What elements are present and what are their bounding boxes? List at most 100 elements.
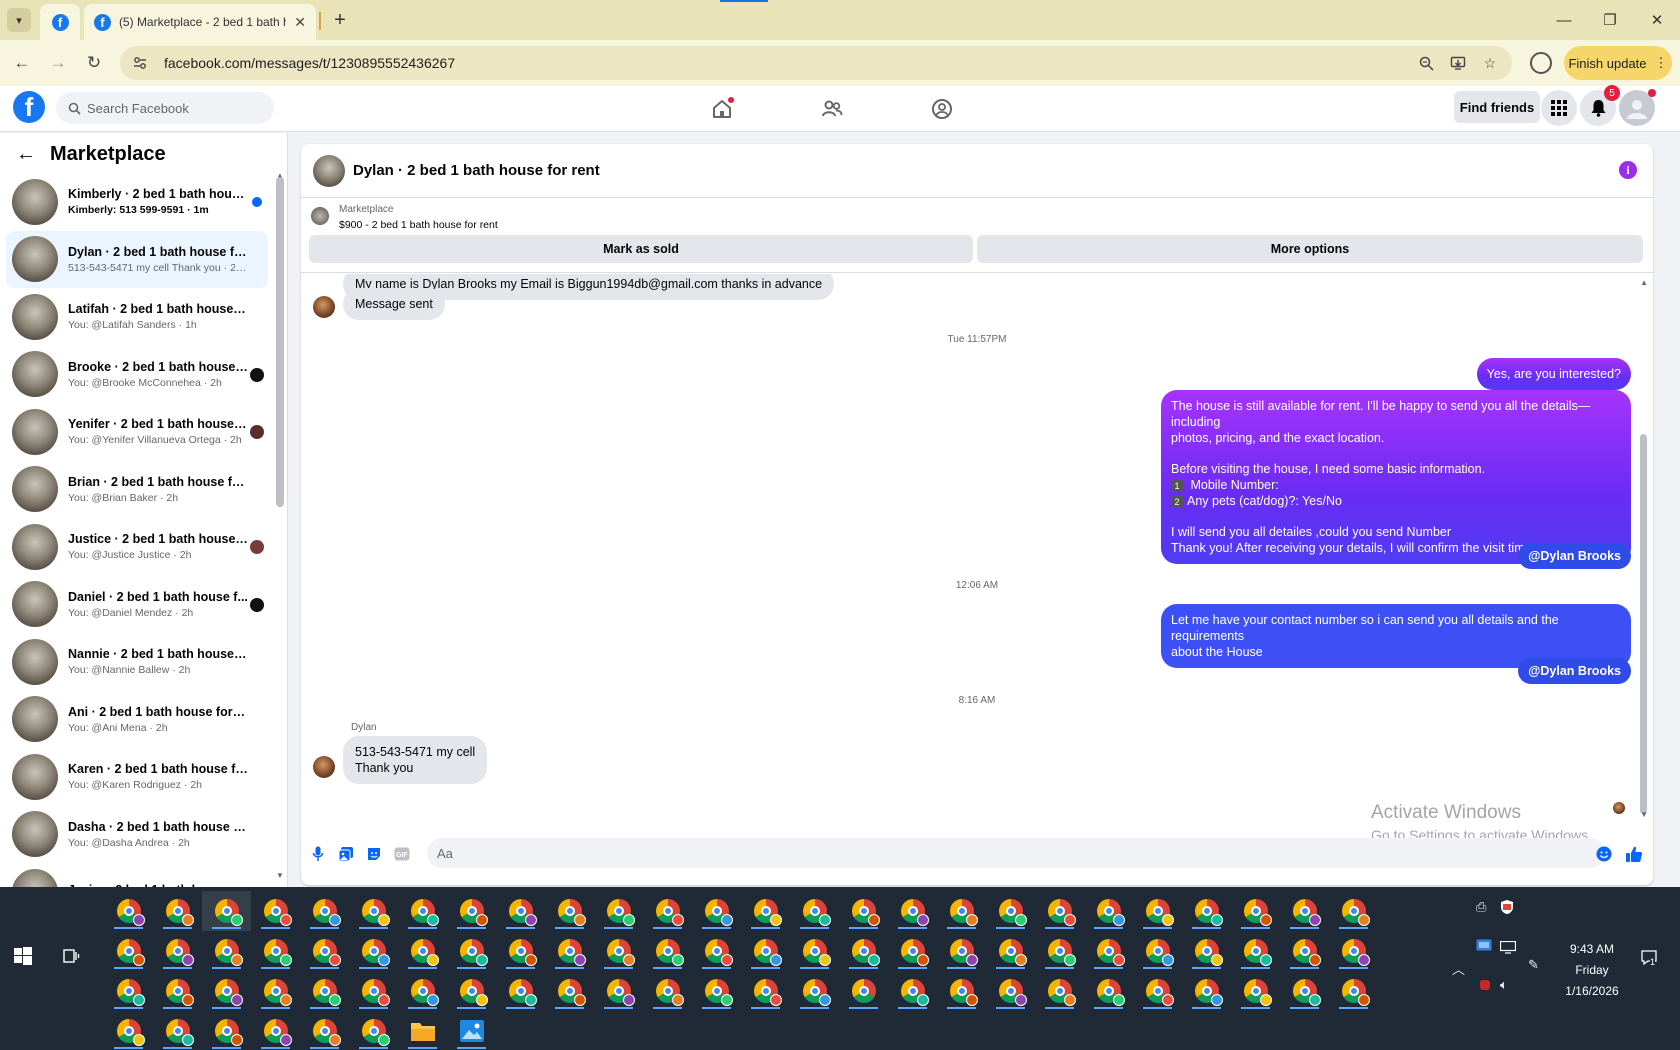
chrome-profile-icon[interactable]: [202, 1011, 251, 1050]
chrome-profile-icon[interactable]: [643, 931, 692, 971]
mark-as-sold-button[interactable]: Mark as sold: [309, 235, 973, 263]
chrome-profile-icon[interactable]: [937, 931, 986, 971]
photo-icon[interactable]: [337, 845, 355, 863]
chrome-profile-icon[interactable]: [741, 931, 790, 971]
chrome-profile-icon[interactable]: [349, 891, 398, 931]
chrome-profile-icon[interactable]: [202, 971, 251, 1011]
back-arrow-icon[interactable]: ←: [16, 143, 36, 166]
conversation-item[interactable]: Brooke · 2 bed 1 bath house f... You: @Br…: [6, 346, 268, 404]
close-tab-icon[interactable]: ✕: [294, 14, 306, 31]
emoji-icon[interactable]: [1595, 845, 1613, 863]
close-window-button[interactable]: ✕: [1642, 8, 1672, 32]
account-avatar-button[interactable]: [1619, 89, 1656, 126]
chrome-profile-icon[interactable]: [104, 931, 153, 971]
chrome-profile-icon[interactable]: [251, 891, 300, 931]
chrome-profile-icon[interactable]: [692, 891, 741, 931]
chrome-profile-icon[interactable]: [1035, 891, 1084, 931]
chrome-profile-icon[interactable]: [790, 931, 839, 971]
forward-button[interactable]: →: [46, 51, 70, 75]
security-shield-icon[interactable]: [1500, 899, 1514, 918]
chrome-profile-icon[interactable]: [447, 971, 496, 1011]
tab-search-button[interactable]: ▾: [7, 8, 31, 32]
sender-avatar[interactable]: [313, 296, 335, 318]
thumbs-up-icon[interactable]: [1625, 845, 1643, 863]
scroll-down-arrow-icon[interactable]: ▼: [276, 871, 284, 880]
pinned-tab-facebook[interactable]: f: [40, 4, 80, 40]
chrome-profile-icon[interactable]: [1280, 971, 1329, 1011]
chrome-profile-icon[interactable]: [153, 971, 202, 1011]
chrome-profile-icon[interactable]: [349, 1011, 398, 1050]
chrome-profile-icon[interactable]: [202, 891, 251, 931]
chrome-profile-icon[interactable]: [1280, 891, 1329, 931]
chrome-profile-icon[interactable]: [839, 971, 888, 1011]
microphone-icon[interactable]: [309, 845, 327, 863]
sender-avatar[interactable]: [313, 756, 335, 778]
mention-tag[interactable]: @Dylan Brooks: [1518, 658, 1631, 684]
chrome-profile-icon[interactable]: [447, 891, 496, 931]
conversation-scrollbar[interactable]: [1640, 434, 1647, 814]
chrome-profile-icon[interactable]: [545, 891, 594, 931]
conversation-item[interactable]: Brian · 2 bed 1 bath house for re... You:…: [6, 461, 268, 519]
chrome-profile-icon[interactable]: [1084, 931, 1133, 971]
chrome-profile-icon[interactable]: [1280, 931, 1329, 971]
chrome-profile-icon[interactable]: [888, 891, 937, 931]
chrome-profile-icon[interactable]: [1133, 891, 1182, 931]
show-hidden-icons-chevron-icon[interactable]: ︿: [1452, 959, 1465, 978]
conversation-item[interactable]: Javier · 2 bed 1 bath house for r...: [6, 863, 268, 887]
chrome-profile-icon[interactable]: [1329, 891, 1378, 931]
chrome-profile-icon[interactable]: [692, 931, 741, 971]
chrome-profile-icon[interactable]: [496, 971, 545, 1011]
conversation-item[interactable]: Ani · 2 bed 1 bath house for rent You: @A…: [6, 691, 268, 749]
new-tab-button[interactable]: +: [328, 8, 352, 32]
display-icon[interactable]: [1499, 940, 1517, 957]
sticker-icon[interactable]: [365, 845, 383, 863]
network-status-icon[interactable]: [1476, 939, 1492, 956]
conversation-item[interactable]: Dylan · 2 bed 1 bath house for r... 513-5…: [6, 230, 268, 288]
pen-workspace-icon[interactable]: ✎: [1528, 957, 1539, 973]
chrome-profile-icon[interactable]: [986, 931, 1035, 971]
chrome-profile-icon[interactable]: [300, 1011, 349, 1050]
info-icon[interactable]: i: [1619, 161, 1637, 179]
mention-tag[interactable]: @Dylan Brooks: [1518, 543, 1631, 569]
menu-grid-button[interactable]: [1541, 90, 1577, 126]
listing-thumbnail[interactable]: [311, 207, 329, 225]
chrome-profile-icon[interactable]: [594, 971, 643, 1011]
chrome-profile-icon[interactable]: [1231, 891, 1280, 931]
chrome-profile-icon[interactable]: [1084, 971, 1133, 1011]
back-button[interactable]: ←: [10, 51, 34, 75]
chrome-profile-icon[interactable]: [447, 931, 496, 971]
chrome-profile-icon[interactable]: [643, 971, 692, 1011]
chrome-profile-icon[interactable]: [153, 1011, 202, 1050]
action-center-icon[interactable]: 1: [1640, 949, 1660, 969]
chrome-profile-icon[interactable]: [986, 971, 1035, 1011]
chrome-profile-icon[interactable]: [251, 1011, 300, 1050]
chrome-profile-icon[interactable]: [300, 931, 349, 971]
find-friends-button[interactable]: Find friends: [1454, 91, 1540, 123]
zoom-icon[interactable]: [1416, 53, 1436, 73]
restore-button[interactable]: ❐: [1595, 8, 1625, 32]
chrome-profile-icon[interactable]: [398, 931, 447, 971]
chrome-profile-icon[interactable]: [986, 891, 1035, 931]
antivirus-icon[interactable]: [1480, 979, 1490, 994]
chrome-profile-icon[interactable]: [153, 891, 202, 931]
photos-app-icon[interactable]: [447, 1011, 496, 1050]
windows-start-icon[interactable]: [14, 947, 34, 967]
file-explorer-icon[interactable]: [398, 1011, 447, 1050]
active-tab[interactable]: f (5) Marketplace - 2 bed 1 bath h ✕: [84, 4, 316, 40]
chrome-profile-icon[interactable]: [398, 891, 447, 931]
volume-icon[interactable]: 🔈︎: [1500, 977, 1508, 993]
chrome-profile-icon[interactable]: [594, 931, 643, 971]
scroll-down-arrow-icon[interactable]: ▼: [1640, 810, 1648, 819]
chrome-profile-icon[interactable]: [1182, 971, 1231, 1011]
sidebar-scrollbar[interactable]: [276, 177, 284, 507]
chrome-profile-icon[interactable]: [594, 891, 643, 931]
chrome-profile-icon[interactable]: [300, 971, 349, 1011]
address-bar[interactable]: facebook.com/messages/t/1230895552436267…: [120, 46, 1512, 80]
chrome-profile-icon[interactable]: [1182, 891, 1231, 931]
chrome-profile-icon[interactable]: [888, 931, 937, 971]
chrome-profile-icon[interactable]: [839, 891, 888, 931]
chrome-profile-icon[interactable]: [1182, 931, 1231, 971]
conversation-item[interactable]: Yenifer · 2 bed 1 bath house f... You: @Y…: [6, 403, 268, 461]
conversation-title[interactable]: Dylan · 2 bed 1 bath house for rent: [353, 162, 600, 179]
chrome-profile-icon[interactable]: [202, 931, 251, 971]
